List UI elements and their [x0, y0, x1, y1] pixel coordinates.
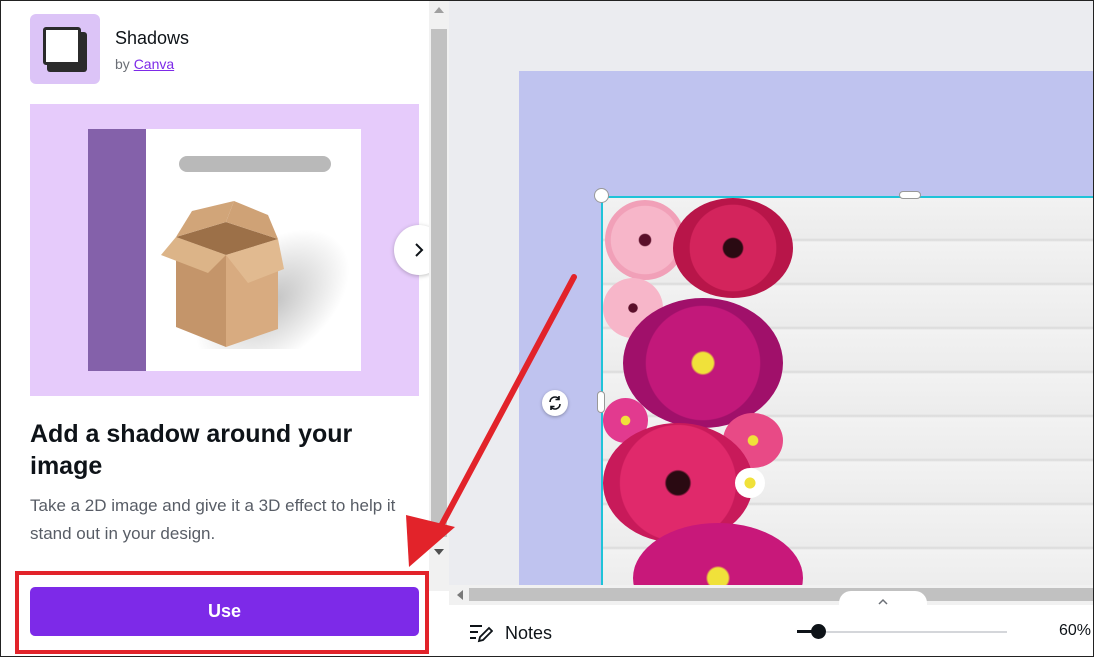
- notes-button[interactable]: Notes: [469, 621, 552, 645]
- window: Shadows by Canva Add a shadow around you…: [0, 0, 1094, 657]
- rotate-handle[interactable]: [542, 390, 568, 416]
- resize-handle-top[interactable]: [899, 191, 921, 199]
- selected-flower-image[interactable]: [601, 196, 1093, 591]
- scroll-up-arrow[interactable]: [434, 7, 444, 13]
- zoom-slider-track[interactable]: [797, 631, 1007, 633]
- app-name: Shadows: [115, 28, 190, 48]
- chevron-right-icon: [415, 243, 424, 257]
- use-button[interactable]: Use: [30, 587, 419, 636]
- notes-label: Notes: [505, 622, 553, 643]
- panel-scrollbar[interactable]: [429, 1, 449, 591]
- app-heading: Add a shadow around your image: [30, 420, 353, 480]
- scroll-thumb[interactable]: [431, 29, 447, 537]
- horizontal-scroll-thumb[interactable]: [469, 588, 1093, 601]
- chevron-up-icon: [878, 598, 888, 605]
- preview-card: [88, 129, 376, 371]
- scroll-down-arrow[interactable]: [434, 549, 444, 555]
- collapse-pages-button[interactable]: [839, 591, 927, 613]
- notes-icon: [470, 625, 493, 643]
- app-author-prefix: by: [115, 56, 130, 72]
- resize-handle-left[interactable]: [597, 391, 605, 413]
- canvas-horizontal-scrollbar[interactable]: [449, 585, 1093, 605]
- design-canvas: [449, 1, 1093, 656]
- rotate-icon: [549, 396, 561, 410]
- app-author: by Canva: [115, 56, 174, 72]
- app-preview-image: [30, 104, 419, 396]
- app-detail-panel: Shadows by Canva Add a shadow around you…: [1, 1, 444, 656]
- box-illustration: [161, 201, 284, 347]
- resize-handle-corner[interactable]: [594, 188, 609, 203]
- shadows-app-icon: [30, 14, 100, 84]
- app-description: Take a 2D image and give it a 3D effect …: [30, 496, 396, 543]
- scroll-left-arrow[interactable]: [457, 590, 463, 600]
- zoom-slider-knob[interactable]: [811, 624, 826, 639]
- app-author-link[interactable]: Canva: [134, 56, 174, 72]
- zoom-value[interactable]: 60%: [1059, 622, 1091, 640]
